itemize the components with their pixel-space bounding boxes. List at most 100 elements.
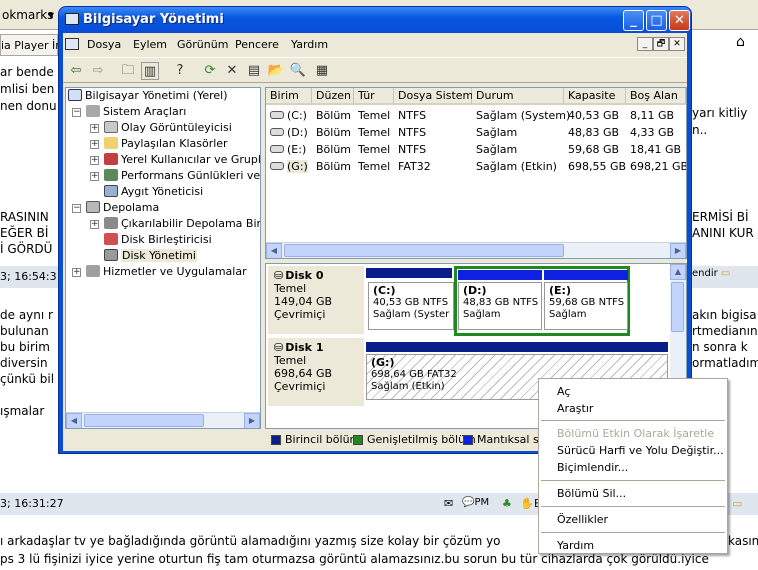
volume-label: (E:) xyxy=(287,143,307,156)
up-folder-icon[interactable]: 🗀 xyxy=(119,62,137,80)
scroll-right-button[interactable]: ▶ xyxy=(670,243,686,258)
tree-device-manager[interactable]: Aygıt Yöneticisi xyxy=(104,184,203,200)
tree-event-viewer[interactable]: Olay Görüntüleyicisi xyxy=(104,120,232,136)
tree-local-users[interactable]: Yerel Kullanıcılar ve Gruplar xyxy=(104,152,260,168)
envelope-icon[interactable]: ✉ xyxy=(444,497,453,510)
mdi-restore-button[interactable]: 🗗 xyxy=(653,37,669,51)
tree-removable-storage[interactable]: Çıkarılabilir Depolama Birimi xyxy=(104,216,260,232)
menu-file[interactable]: Dosya xyxy=(87,38,121,51)
search-icon[interactable]: 🔍 xyxy=(289,62,307,80)
partition-box[interactable]: (E:) 59,68 GB NTFS Sağlam xyxy=(544,282,628,330)
minimize-button[interactable]: _ xyxy=(623,10,644,31)
scroll-right-button[interactable]: ▶ xyxy=(244,413,260,428)
delete-icon[interactable]: ✕ xyxy=(223,62,241,80)
post-edit-link[interactable]: endir ▭ xyxy=(692,268,730,279)
report-icon[interactable]: ✋ xyxy=(520,497,534,510)
table-row[interactable]: (C:) Bölüm Temel NTFS Sağlam (System) 40,53 G… xyxy=(266,107,686,124)
browser-tab[interactable]: ia Player İn xyxy=(0,34,62,56)
scroll-thumb[interactable] xyxy=(284,244,564,257)
partition-info: 48,83 GB NTFS xyxy=(463,297,539,308)
post-timestamp-2: 3; 16:31:27 xyxy=(0,497,64,510)
tree-system-tools[interactable]: Sistem Araçları xyxy=(86,104,186,120)
column-header-type[interactable]: Tür xyxy=(354,88,394,105)
menu-item-help[interactable]: Yardım xyxy=(557,539,594,552)
partition-box[interactable]: (C:) 40,53 GB NTFS Sağlam (Syster xyxy=(368,282,454,330)
forum-text-line: ar bende xyxy=(0,65,54,79)
forum-text-line: bulunan xyxy=(0,324,49,338)
expand-toggle[interactable]: + xyxy=(90,220,99,229)
mdi-close-button[interactable]: ✕ xyxy=(669,37,685,51)
properties-icon[interactable]: ▤ xyxy=(245,62,263,80)
tree-performance-logs[interactable]: Performans Günlükleri ve Uya xyxy=(104,168,260,184)
column-header-filesystem[interactable]: Dosya Sistemi xyxy=(394,88,476,105)
expand-toggle[interactable]: + xyxy=(90,124,99,133)
tree-disk-management[interactable]: Disk Yönetimi xyxy=(104,248,197,264)
expand-toggle[interactable]: + xyxy=(90,140,99,149)
menu-window[interactable]: Pencere xyxy=(235,38,279,51)
scroll-left-button[interactable]: ◀ xyxy=(266,243,282,258)
table-cell: 698,21 GB xyxy=(630,160,687,173)
expand-toggle[interactable]: + xyxy=(72,268,81,277)
table-cell: NTFS xyxy=(398,109,427,122)
home-icon[interactable]: ⌂ xyxy=(736,34,758,56)
tree-horizontal-scrollbar[interactable]: ◀ ▶ xyxy=(66,412,260,428)
edit-label: endir xyxy=(692,268,718,279)
column-header-volume[interactable]: Birim xyxy=(266,88,312,105)
disk-info[interactable]: ⛁ Disk 0 Temel 149,04 GB Çevrimiçi xyxy=(268,266,364,334)
tree-root-label: Bilgisayar Yönetimi (Yerel) xyxy=(85,89,228,102)
tree-shared-folders[interactable]: Paylaşılan Klasörler xyxy=(104,136,228,152)
chevron-down-icon[interactable]: ▾ xyxy=(48,8,54,22)
disk-info[interactable]: ⛁ Disk 1 Temel 698,64 GB Çevrimiçi xyxy=(268,338,364,406)
add-buddy-icon[interactable]: ♣ xyxy=(502,497,512,510)
forward-arrow-icon[interactable]: ⇨ xyxy=(89,62,107,80)
expand-toggle[interactable]: + xyxy=(90,156,99,165)
menu-item-explore[interactable]: Araştır xyxy=(557,402,593,415)
close-button[interactable]: ✕ xyxy=(669,10,690,31)
collapse-toggle[interactable]: − xyxy=(72,204,81,213)
open-icon[interactable]: 📂 xyxy=(267,62,285,80)
tree-label: Disk Birleştiricisi xyxy=(121,233,212,246)
menu-item-open[interactable]: Aç xyxy=(557,385,570,398)
post-text-line-2: ps 3 lü fişinizi iyice yerine oturtun fi… xyxy=(0,552,709,566)
table-row[interactable]: (G:) Bölüm Temel FAT32 Sağlam (Etkin) 698,55 … xyxy=(266,158,686,175)
scroll-thumb[interactable] xyxy=(671,282,684,332)
scroll-thumb[interactable] xyxy=(84,414,204,427)
expand-toggle[interactable]: + xyxy=(90,172,99,181)
column-header-capacity[interactable]: Kapasite xyxy=(564,88,626,105)
bookmarks-menu[interactable]: okmarks xyxy=(2,8,53,22)
show-tree-icon[interactable]: ▥ xyxy=(141,62,159,80)
table-cell: Temel xyxy=(358,160,391,173)
mdi-minimize-button[interactable]: _ xyxy=(637,37,653,51)
pm-link[interactable]: 💬PM xyxy=(462,497,489,508)
menu-help[interactable]: Yardım xyxy=(291,38,328,51)
column-header-status[interactable]: Durum xyxy=(472,88,564,105)
help-icon[interactable]: ? xyxy=(171,62,189,80)
tree-defragmenter[interactable]: Disk Birleştiricisi xyxy=(104,232,212,248)
legend-swatch-extended xyxy=(353,435,363,445)
tree-root[interactable]: Bilgisayar Yönetimi (Yerel) xyxy=(68,88,228,104)
collapse-toggle[interactable]: − xyxy=(72,108,81,117)
table-row[interactable]: (E:) Bölüm Temel NTFS Sağlam 59,68 GB 18,41 GB xyxy=(266,141,686,158)
tree-storage[interactable]: Depolama xyxy=(86,200,159,216)
maximize-button[interactable]: □ xyxy=(646,10,667,31)
menu-action[interactable]: Eylem xyxy=(133,38,167,51)
menu-item-change-drive-letter[interactable]: Sürücü Harfi ve Yolu Değiştir... xyxy=(557,444,724,457)
list-horizontal-scrollbar[interactable]: ◀ ▶ xyxy=(266,242,686,258)
menu-item-delete-partition[interactable]: Bölümü Sil... xyxy=(557,487,626,500)
scroll-left-button[interactable]: ◀ xyxy=(66,413,82,428)
scroll-up-button[interactable]: ▲ xyxy=(670,264,686,280)
device-manager-icon xyxy=(104,185,118,197)
menu-item-format[interactable]: Biçimlendir... xyxy=(557,461,628,474)
partition-box[interactable]: (D:) 48,83 GB NTFS Sağlam xyxy=(458,282,542,330)
table-row[interactable]: (D:) Bölüm Temel NTFS Sağlam 48,83 GB 4,33 GB xyxy=(266,124,686,141)
mmc-icon[interactable] xyxy=(65,38,79,50)
column-header-free-space[interactable]: Boş Alan xyxy=(626,88,686,105)
title-bar[interactable]: Bilgisayar Yönetimi _ □ ✕ xyxy=(59,7,691,33)
column-header-layout[interactable]: Düzen xyxy=(312,88,354,105)
disk-icon[interactable]: ▦ xyxy=(313,62,331,80)
menu-item-properties[interactable]: Özellikler xyxy=(557,513,608,526)
refresh-icon[interactable]: ⟳ xyxy=(201,62,219,80)
menu-view[interactable]: Görünüm xyxy=(177,38,228,51)
tree-services[interactable]: Hizmetler ve Uygulamalar xyxy=(86,264,247,280)
back-arrow-icon[interactable]: ⇦ xyxy=(67,62,85,80)
